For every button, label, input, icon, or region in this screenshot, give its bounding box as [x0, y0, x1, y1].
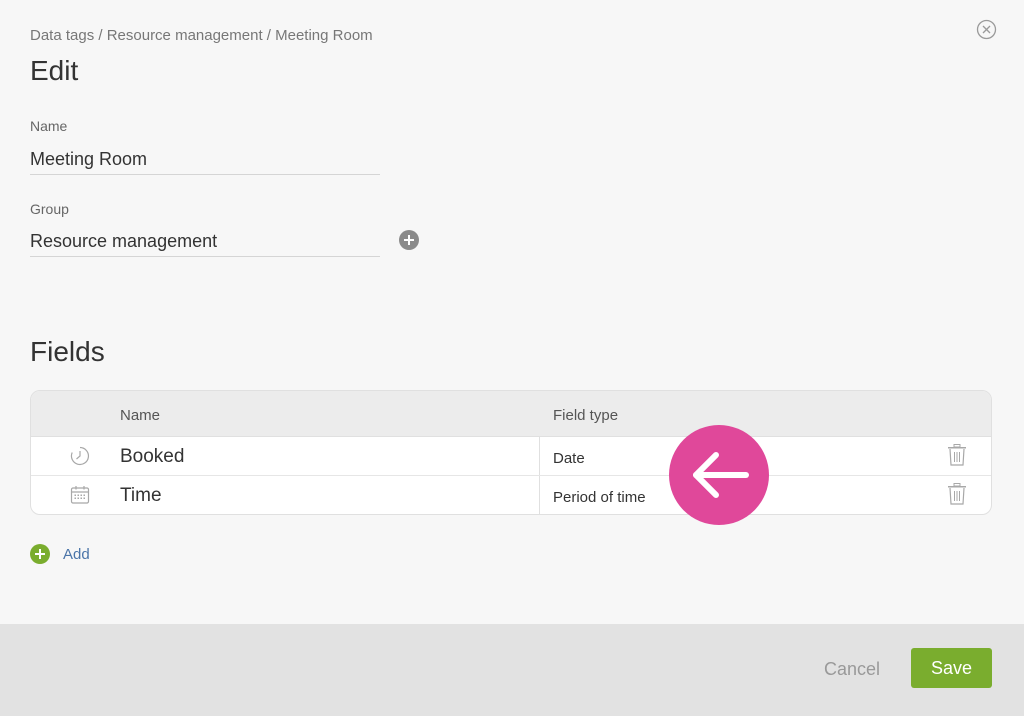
- add-field-label: Add: [63, 545, 90, 563]
- footer-bar: Cancel Save: [0, 624, 1024, 716]
- column-header-field-type: Field type: [553, 407, 619, 424]
- page-title: Edit: [30, 55, 79, 86]
- field-name: Booked: [120, 446, 185, 467]
- field-type: Period of time: [553, 489, 646, 506]
- name-input[interactable]: [30, 145, 380, 175]
- close-button[interactable]: [976, 19, 997, 40]
- field-name: Time: [120, 485, 162, 506]
- name-label: Name: [30, 118, 68, 134]
- trash-icon: [948, 483, 966, 505]
- cancel-button[interactable]: Cancel: [824, 659, 880, 680]
- group-input[interactable]: [30, 227, 380, 257]
- calendar-icon: [70, 485, 90, 505]
- delete-field-button[interactable]: [947, 444, 967, 466]
- table-header: Name Field type: [31, 391, 991, 437]
- add-group-button[interactable]: [399, 230, 419, 250]
- breadcrumb: Data tags / Resource management / Meetin…: [30, 27, 373, 44]
- arrow-left-icon: [693, 452, 749, 498]
- arrow-badge: [669, 425, 769, 525]
- close-circle-icon: [976, 19, 997, 40]
- plus-circle-icon: [30, 544, 50, 564]
- field-type: Date: [553, 450, 585, 467]
- fields-section-title: Fields: [30, 336, 105, 367]
- delete-field-button[interactable]: [947, 483, 967, 505]
- trash-icon: [948, 444, 966, 466]
- fields-table: Name Field type Booked Date Time Period …: [30, 390, 992, 515]
- table-row[interactable]: Booked Date: [31, 437, 991, 476]
- save-button[interactable]: Save: [911, 648, 992, 688]
- add-field-button[interactable]: Add: [30, 543, 90, 565]
- plus-circle-icon: [399, 230, 419, 250]
- group-label: Group: [30, 201, 69, 217]
- column-header-name: Name: [120, 407, 161, 424]
- clock-icon: [70, 446, 90, 466]
- table-row[interactable]: Time Period of time: [31, 476, 991, 514]
